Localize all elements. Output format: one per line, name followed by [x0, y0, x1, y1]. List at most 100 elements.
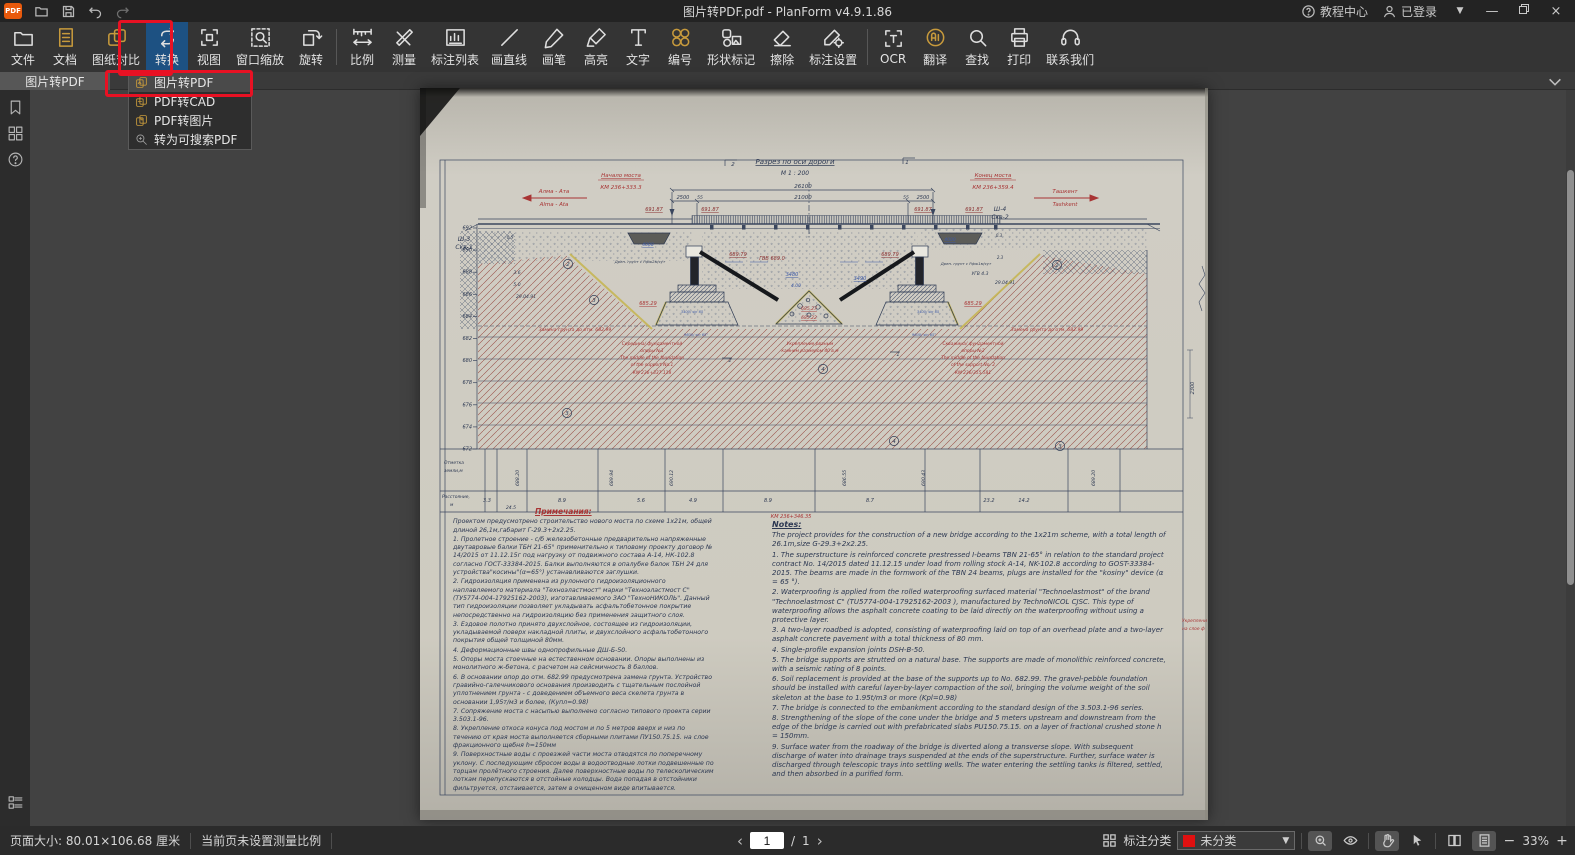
drawing-text: 685.29 [639, 301, 657, 307]
eraser-icon [771, 26, 794, 49]
note-paragraph-ru: 4. Деформационные швы однопрофильные ДШ-… [453, 647, 715, 655]
toolbar-button-label: 旋转 [299, 51, 323, 68]
drawing-text: Укреплени [1182, 618, 1207, 624]
drawing-text: 2.3 [997, 255, 1004, 260]
continuous-scroll-button[interactable] [1472, 831, 1496, 851]
toolbar-button-search[interactable]: 查找 [956, 22, 998, 72]
drawing-text: 8.9 [558, 498, 566, 504]
toolbar-button-translate[interactable]: 翻译 [914, 22, 956, 72]
menu-item-image-to-pdf[interactable]: 图片转PDF [129, 73, 251, 92]
annotation-list-panel-icon[interactable] [7, 794, 24, 811]
vertical-scrollbar[interactable] [1566, 90, 1575, 826]
facing-pages-button[interactable] [1442, 831, 1466, 851]
zoom-in-button[interactable]: + [1555, 833, 1569, 849]
print-icon [1008, 26, 1031, 49]
document-page[interactable]: Разрез по оси дорогиМ 1 : 20026100250055… [420, 88, 1208, 820]
highlight-icon [585, 26, 608, 49]
menu-item-label: 图片转PDF [154, 74, 213, 91]
undo-icon[interactable] [88, 4, 103, 19]
toolbar-button-numbering[interactable]: 编号 [659, 22, 701, 72]
drawing-text: 3.3 [483, 498, 491, 504]
thumbnails-icon[interactable] [7, 125, 24, 142]
toolbar-button-scale[interactable]: 比例 [341, 22, 383, 72]
menu-item-label: PDF转图片 [154, 112, 213, 129]
toolbar-button-contact[interactable]: 联系我们 [1040, 22, 1100, 72]
window-restore-button[interactable] [1515, 3, 1533, 19]
toolbar-button-view[interactable]: 视图 [188, 22, 230, 72]
drawing-text: М 1 : 200 [781, 170, 809, 177]
window-minimize-button[interactable]: — [1483, 4, 1501, 19]
hand-pan-button[interactable] [1375, 831, 1399, 851]
toolbar-button-compare[interactable]: 图纸对比 [86, 22, 146, 72]
toolbar-button-document[interactable]: 文档 [44, 22, 86, 72]
toolbar-button-draw-line[interactable]: 画直线 [485, 22, 533, 72]
drawing-text: 685.29 [964, 301, 982, 307]
toolbar-button-label: 翻译 [923, 51, 947, 68]
contact-icon [1059, 26, 1082, 49]
circled-number-text: 3 [565, 411, 569, 417]
toolbar-button-measure[interactable]: 测量 [383, 22, 425, 72]
toolbar-button-window-zoom[interactable]: 窗口缩放 [230, 22, 290, 72]
drawing-text: Скважина/ фундаментной [942, 341, 1003, 347]
drawing-text: 55 [903, 195, 909, 201]
circled-number-text: 2 [566, 262, 570, 268]
page-number-input[interactable] [750, 832, 784, 849]
toolbar-button-text[interactable]: 文字 [617, 22, 659, 72]
redo-icon[interactable] [115, 4, 130, 19]
window-close-button[interactable]: × [1547, 4, 1565, 19]
dropdown-caret-icon[interactable]: ▼ [1451, 6, 1469, 16]
toolbar-button-folder[interactable]: 文件 [2, 22, 44, 72]
question-circle-icon [1301, 4, 1316, 19]
toolbar-button-pen[interactable]: 画笔 [533, 22, 575, 72]
elevation-label: 674 [462, 424, 472, 430]
toolbar-divider [867, 29, 868, 65]
drawing-text: Замена грунта до отм. 682.99 [539, 327, 612, 333]
document-viewer[interactable]: Разрез по оси дорогиМ 1 : 20026100250055… [30, 90, 1575, 826]
chevron-down-icon[interactable] [1547, 74, 1563, 88]
bookmark-icon[interactable] [7, 99, 24, 116]
drawing-text: Разрез по оси дороги [756, 158, 835, 166]
toolbar-button-annotation-settings[interactable]: 标注设置 [803, 22, 863, 72]
next-page-button[interactable]: › [817, 832, 823, 850]
draw-line-icon [498, 26, 521, 49]
toolbar-button-shapes[interactable]: 形状标记 [701, 22, 761, 72]
cursor-select-button[interactable] [1405, 831, 1429, 851]
prev-page-button[interactable]: ‹ [737, 832, 743, 850]
menu-item-pdf-to-cad[interactable]: PDF转CAD [129, 92, 251, 111]
drawing-text: Укрепление рваным [787, 341, 834, 347]
drawing-text: 1 [905, 160, 909, 166]
save-icon[interactable] [61, 4, 76, 19]
toolbar-button-highlight[interactable]: 高亮 [575, 22, 617, 72]
drawing-text: 21000 [794, 195, 812, 201]
note-paragraph-en: 2. Waterproofing is applied from the rol… [772, 588, 1166, 625]
tutorial-center-button[interactable]: 教程中心 [1301, 3, 1368, 20]
drawing-text: Alma - Ata [539, 202, 569, 208]
help-icon[interactable] [7, 151, 24, 168]
category-select[interactable]: 未分类 ▼ [1177, 831, 1295, 850]
drawing-text: Дрен. грунт с Рфж2м/сут [614, 259, 666, 264]
menu-item-pdf-to-image[interactable]: PDF转图片 [129, 111, 251, 130]
toolbar-button-convert[interactable]: 转换 [146, 22, 188, 72]
account-button[interactable]: 已登录 [1382, 3, 1437, 20]
drawing-text: на слое ф [1182, 626, 1205, 632]
view-mode-eye-button[interactable] [1338, 831, 1362, 851]
toolbar-button-eraser[interactable]: 擦除 [761, 22, 803, 72]
drawing-text: 4.9 [689, 498, 697, 504]
zoom-select-button[interactable] [1308, 831, 1332, 851]
menu-item-searchable-pdf[interactable]: 转为可搜索PDF [129, 130, 251, 149]
toolbar-button-ocr[interactable]: OCR [872, 22, 914, 72]
tab-image-to-pdf[interactable]: 图片转PDF [0, 72, 110, 90]
zoom-out-button[interactable]: − [1502, 833, 1516, 849]
page-total: 1 [802, 834, 810, 848]
note-paragraph-en: 5. The bridge supports are strutted on a… [772, 656, 1166, 674]
drawing-text: 3.6 [513, 270, 520, 276]
open-file-icon[interactable] [34, 4, 49, 19]
toolbar-button-label: 形状标记 [707, 51, 755, 68]
toolbar-button-print[interactable]: 打印 [998, 22, 1040, 72]
drawing-text: Скв-2 [991, 214, 1009, 221]
toolbar-button-annotation-list[interactable]: 标注列表 [425, 22, 485, 72]
drawing-text: ГВВ 689.0 [759, 256, 785, 262]
scrollbar-thumb[interactable] [1567, 170, 1574, 585]
toolbar-button-rotate[interactable]: 旋转 [290, 22, 332, 72]
drawing-text: 685.22 [801, 315, 817, 321]
